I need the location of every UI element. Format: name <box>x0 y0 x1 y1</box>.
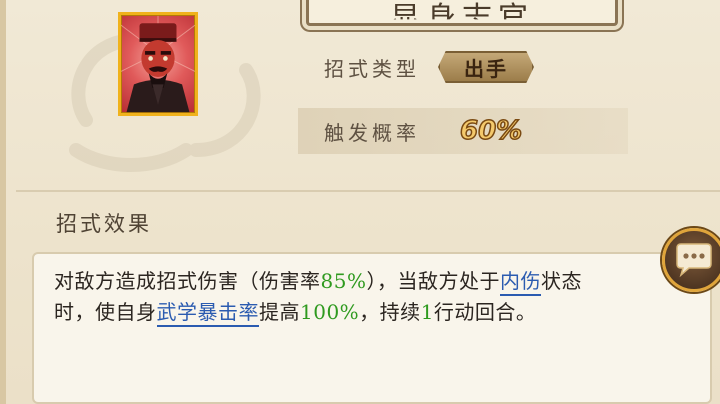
trigger-probability-label: 触发概率 <box>324 120 420 145</box>
skill-type-badge: 出手 <box>438 51 534 83</box>
skill-title: 显身志官 <box>390 1 534 26</box>
character-portrait-image <box>121 15 195 113</box>
effect-line-1: 对敌方造成招式伤害（伤害率85%），当敌方处于内伤状态 <box>54 266 690 297</box>
martial-crit-rate-link[interactable]: 武学暴击率 <box>156 300 259 327</box>
duration-value: 1 <box>420 300 434 324</box>
character-portrait <box>118 12 198 116</box>
effect-text: 行动回合。 <box>433 300 537 324</box>
skill-type-label: 招式类型 <box>324 56 420 81</box>
effect-line-2: 时，使自身武学暴击率提高100%，持续1行动回合。 <box>54 297 690 328</box>
crit-increase-value: 100% <box>300 300 360 324</box>
effect-section-label: 招式效果 <box>56 212 152 236</box>
section-divider <box>16 190 720 192</box>
effect-text: 提高 <box>259 300 300 324</box>
skill-detail-panel: 显身志官 招式类型 出手 触发概率 60% 招式效果 对敌方造成招式伤害（伤害率… <box>0 0 720 404</box>
chat-bubble-icon <box>676 243 712 278</box>
trigger-probability-value: 60% <box>459 115 523 147</box>
skill-title-plaque: 显身志官 <box>306 0 618 26</box>
internal-injury-link[interactable]: 内伤 <box>499 269 541 296</box>
effect-text: ，持续 <box>359 300 421 324</box>
effect-text: 对敌方造成招式伤害（伤害率 <box>54 269 321 293</box>
damage-rate-value: 85% <box>320 269 367 293</box>
skill-type-row: 招式类型 出手 <box>298 44 628 90</box>
effect-description-box: 对敌方造成招式伤害（伤害率85%），当敌方处于内伤状态 时，使自身武学暴击率提高… <box>32 252 712 404</box>
effect-text: ），当敌方处于 <box>366 269 500 293</box>
effect-text: 状态 <box>540 269 582 293</box>
chat-button[interactable] <box>662 228 720 292</box>
trigger-probability-row: 触发概率 60% <box>298 108 628 154</box>
effect-text: 时，使自身 <box>54 300 157 324</box>
